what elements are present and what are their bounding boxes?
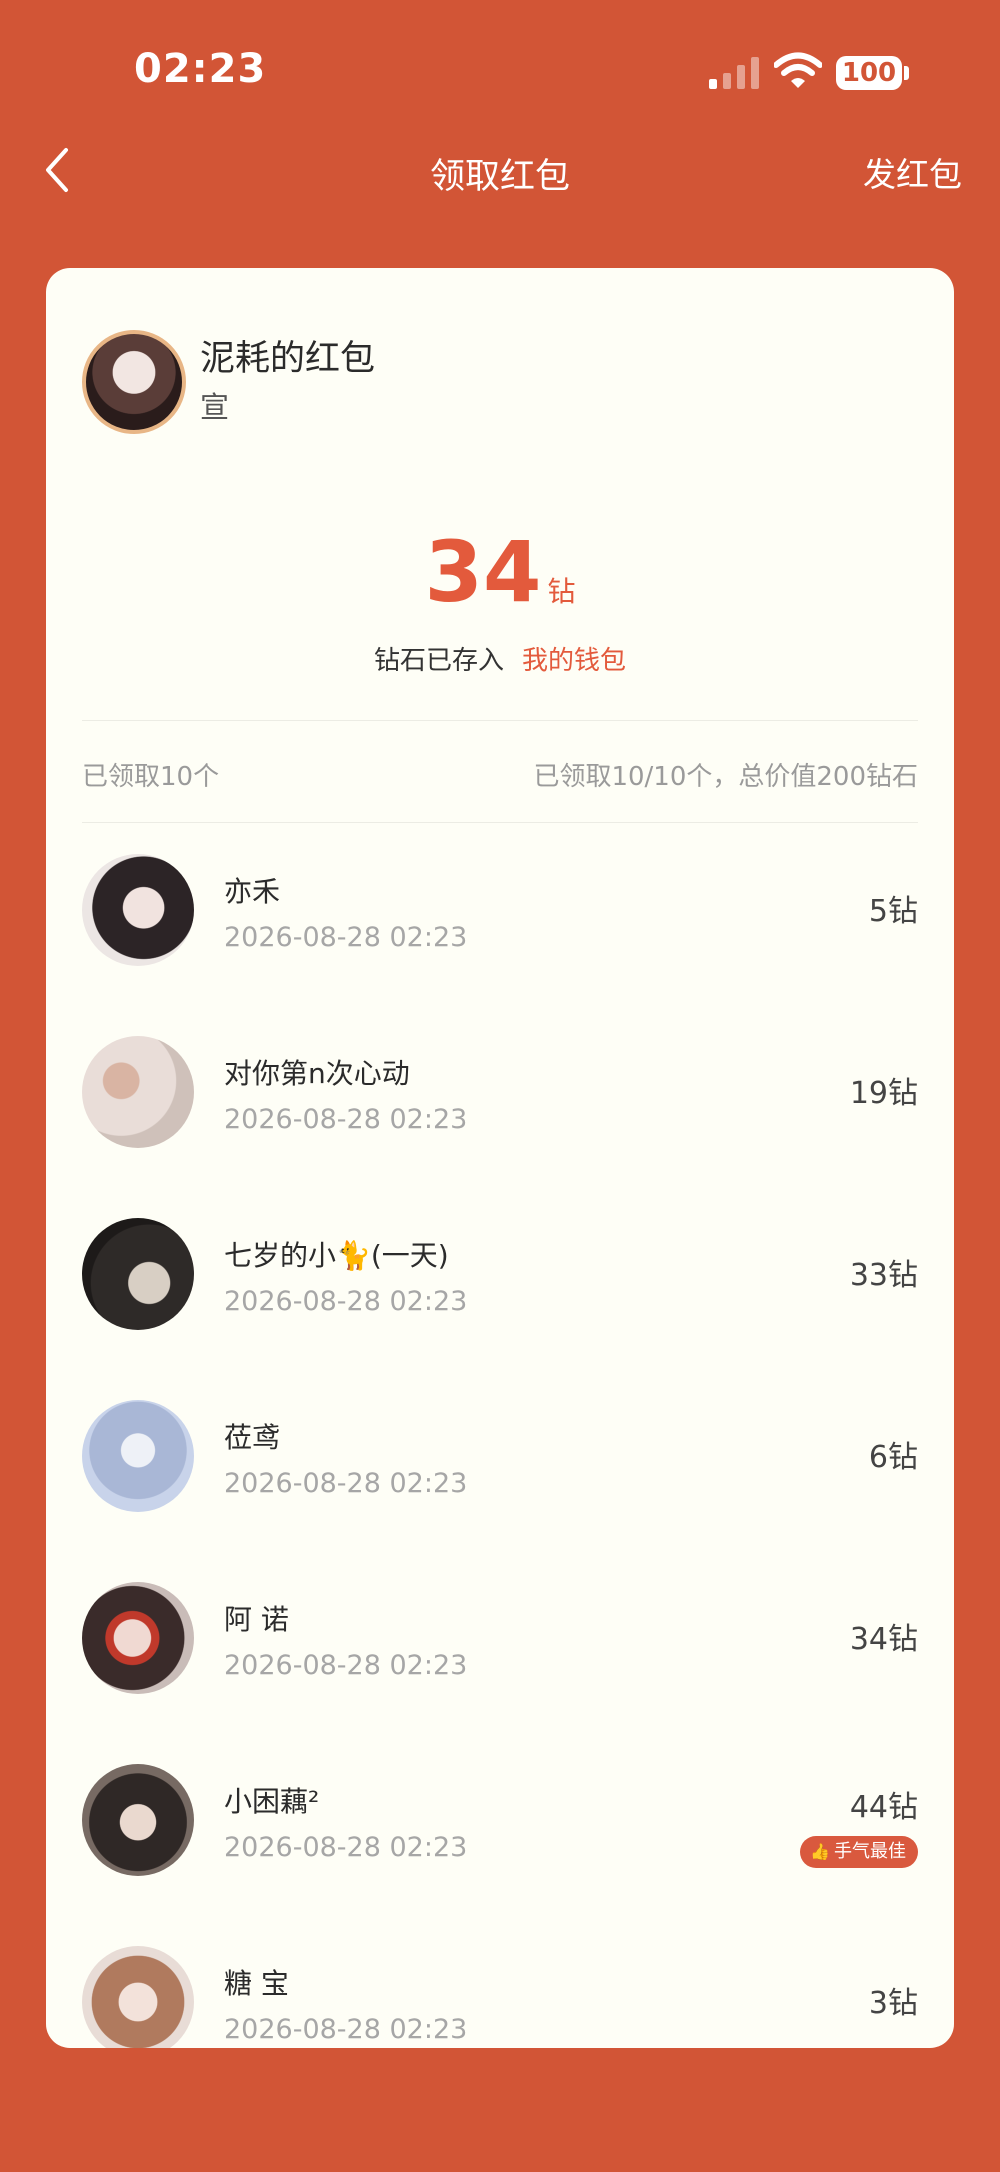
battery-indicator: 100 (836, 56, 902, 90)
deposit-note: 钻石已存入 我的钱包 (46, 640, 954, 677)
battery-tip (904, 66, 909, 80)
user-avatar[interactable] (82, 1764, 194, 1876)
user-name: 对你第n次心动 (224, 1057, 410, 1090)
claimed-count: 已领取10个 (82, 762, 220, 792)
claim-amount: 3钻 (868, 1986, 918, 2021)
amount-value: 34 (424, 523, 542, 621)
thumbs-up-icon: 👍 (810, 1842, 830, 1861)
user-avatar[interactable] (82, 854, 194, 966)
claim-amount: 19钻 (849, 1076, 918, 1111)
claim-time: 2026-08-28 02:23 (224, 1650, 468, 1681)
received-amount: 34 钻 (46, 523, 954, 621)
nav-bar: 领取红包 发红包 (0, 130, 1000, 210)
claim-row[interactable]: 七岁的小🐈(一天) 2026-08-28 02:23 33钻 (46, 1188, 954, 1370)
cellular-signal-icon (709, 57, 761, 89)
claim-row[interactable]: 小困藕² 2026-08-28 02:23 44钻 👍 手气最佳 (46, 1734, 954, 1916)
red-packet-subtitle: 宣 (200, 390, 230, 424)
claim-amount: 44钻 (849, 1790, 918, 1825)
user-name: 莅鸢 (224, 1421, 281, 1454)
divider (82, 822, 918, 823)
red-packet-card: 泥耗的红包 宣 34 钻 钻石已存入 我的钱包 已领取10个 已领取10/10个，总… (46, 268, 954, 2048)
user-name: 糖 宝 (224, 1967, 289, 2000)
claim-row[interactable]: 糖 宝 2026-08-28 02:23 3钻 (46, 1916, 954, 2048)
claim-time: 2026-08-28 02:23 (224, 922, 468, 953)
claim-amount: 34钻 (849, 1622, 918, 1657)
user-name: 小困藕² (224, 1785, 320, 1818)
wifi-icon (774, 52, 822, 88)
sender-avatar[interactable] (82, 330, 186, 434)
user-avatar[interactable] (82, 1946, 194, 2048)
red-packet-title: 泥耗的红包 (200, 339, 376, 379)
claim-time: 2026-08-28 02:23 (224, 1104, 468, 1135)
divider (82, 720, 918, 721)
claim-row[interactable]: 对你第n次心动 2026-08-28 02:23 19钻 (46, 1006, 954, 1188)
claim-row[interactable]: 亦禾 2026-08-28 02:23 5钻 (46, 824, 954, 1006)
user-name: 亦禾 (224, 875, 281, 908)
badge-label: 手气最佳 (834, 1841, 906, 1862)
user-avatar[interactable] (82, 1036, 194, 1148)
claim-time: 2026-08-28 02:23 (224, 2014, 468, 2045)
send-red-packet-button[interactable]: 发红包 (863, 148, 962, 196)
claim-amount: 33钻 (849, 1258, 918, 1293)
claim-row[interactable]: 莅鸢 2026-08-28 02:23 6钻 (46, 1370, 954, 1552)
amount-unit: 钻 (547, 575, 576, 608)
user-avatar[interactable] (82, 1582, 194, 1694)
claim-row[interactable]: 阿 诺 2026-08-28 02:23 34钻 (46, 1552, 954, 1734)
claim-time: 2026-08-28 02:23 (224, 1468, 468, 1499)
claim-amount: 6钻 (868, 1440, 918, 1475)
page-title: 领取红包 (429, 157, 570, 197)
user-name: 七岁的小🐈(一天) (224, 1239, 449, 1272)
best-luck-badge: 👍 手气最佳 (800, 1836, 918, 1868)
claimed-summary: 已领取10/10个，总价值200钻石 (533, 762, 918, 792)
claim-time: 2026-08-28 02:23 (224, 1286, 468, 1317)
status-bar: 02:23 100 (0, 0, 1000, 150)
deposit-text: 钻石已存入 (373, 646, 504, 676)
status-time: 02:23 (134, 46, 267, 92)
user-avatar[interactable] (82, 1218, 194, 1330)
claim-amount: 5钻 (868, 894, 918, 929)
user-avatar[interactable] (82, 1400, 194, 1512)
user-name: 阿 诺 (224, 1603, 289, 1636)
claim-time: 2026-08-28 02:23 (224, 1832, 468, 1863)
my-wallet-link[interactable]: 我的钱包 (522, 646, 626, 676)
